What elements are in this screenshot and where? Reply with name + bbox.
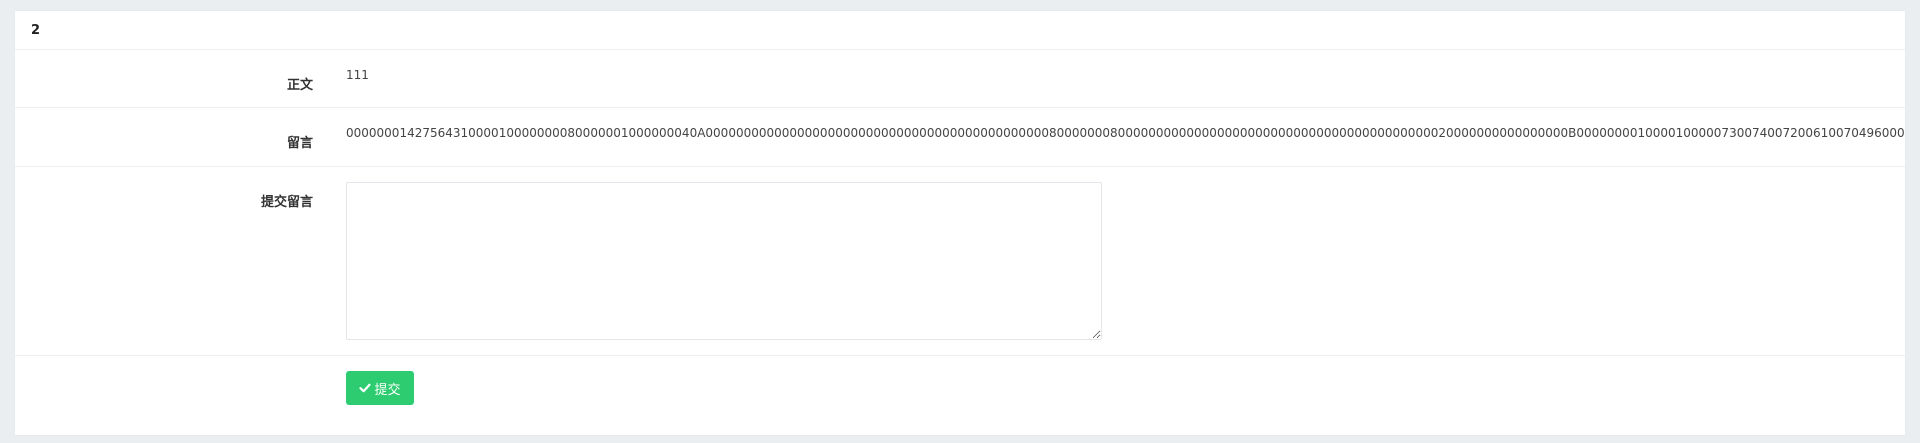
message-panel: 2 正文 111 留言 0000000142756431000010000000…: [14, 10, 1906, 436]
panel-title: 2: [15, 11, 1905, 50]
message-row: 留言 0000000142756431000010000000080000001…: [15, 108, 1905, 167]
content-row: 正文 111: [15, 50, 1905, 108]
reply-row: 提交留言: [15, 167, 1905, 356]
submit-button[interactable]: 提交: [346, 371, 414, 405]
reply-label: 提交留言: [260, 195, 313, 210]
submit-row: 提交: [15, 356, 1905, 405]
reply-textarea[interactable]: [346, 182, 1102, 340]
content-label: 正文: [286, 78, 313, 93]
message-value: 0000000142756431000010000000080000001000…: [346, 126, 1906, 140]
submit-label: 提交: [374, 382, 401, 398]
check-icon: [359, 382, 372, 394]
content-value: 111: [346, 68, 369, 82]
message-label: 留言: [286, 136, 313, 151]
